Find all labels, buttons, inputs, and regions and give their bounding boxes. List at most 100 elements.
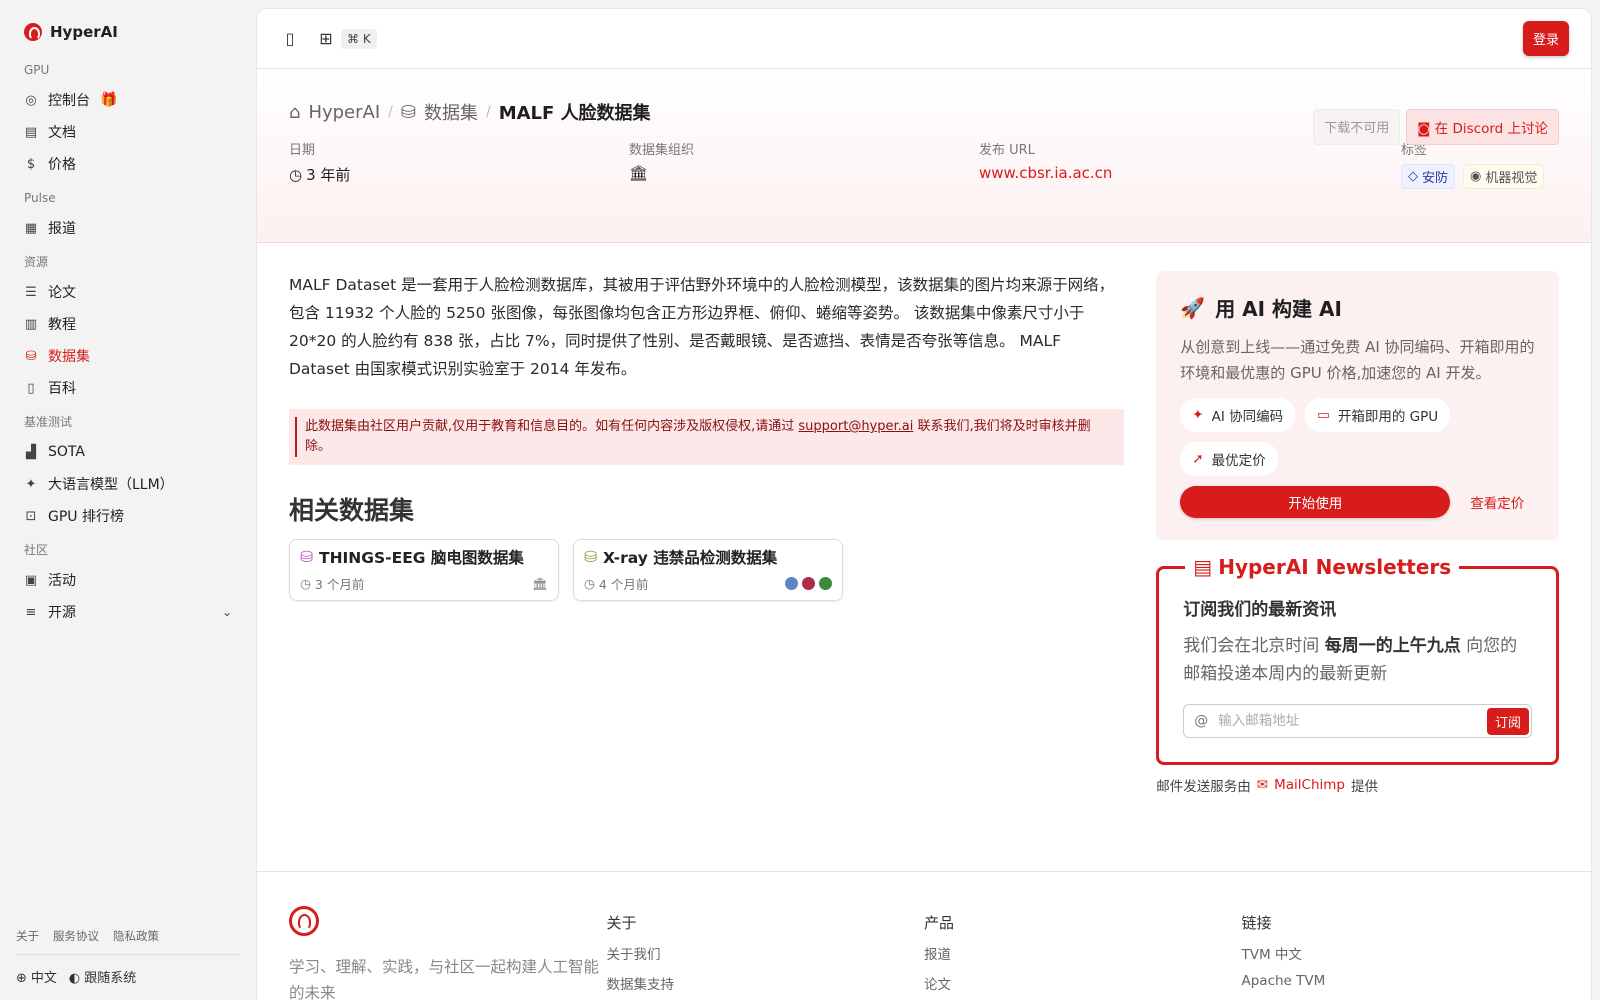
sidebar-item-datasets[interactable]: ⛁ 数据集 <box>16 340 240 372</box>
dataset-description: MALF Dataset 是一套用于人脸检测数据库，其被用于评估野外环境中的人脸… <box>289 276 1115 378</box>
sidebar-item-gpu-leaderboard[interactable]: ⊡ GPU 排行榜 <box>16 500 240 532</box>
sidebar-item-events[interactable]: ▣ 活动 <box>16 564 240 596</box>
promo-text: 从创意到上线——通过免费 AI 协同编码、开箱即用的环境和最优惠的 GPU 价格… <box>1180 338 1535 382</box>
support-email-link[interactable]: support@hyper.ai <box>798 419 913 434</box>
database-icon: ⛁ <box>584 548 597 566</box>
sidebar-item-tutorials[interactable]: ▥ 教程 <box>16 308 240 340</box>
sparkle-icon: ✦ <box>1192 407 1204 423</box>
brand[interactable]: HyperAI <box>24 16 232 48</box>
eye-icon: ◉ <box>1470 169 1482 184</box>
database-icon: ⛁ <box>300 548 313 566</box>
section-title-benchmarks: 基准测试 <box>24 415 73 429</box>
dataset-header: ⌂ HyperAI / ⛁ 数据集 / MALF 人脸数据集 下载不可用 ◙ 在… <box>257 69 1591 243</box>
sidebar-toggle-icon[interactable]: ▯ <box>279 28 301 50</box>
footer-tagline: 学习、理解、实践，与社区一起构建人工智能的未来 <box>289 958 600 1000</box>
header-actions: 下载不可用 ◙ 在 Discord 上讨论 <box>1313 109 1559 145</box>
footer-link[interactable]: TVM 中文 <box>1242 943 1560 963</box>
theme-icon: ◐ <box>68 971 81 986</box>
section-title-pulse: Pulse <box>24 191 56 205</box>
related-title: 相关数据集 <box>289 496 415 525</box>
newsletter-box: ▤ HyperAI Newsletters 订阅我们的最新资讯 我们会在北京时间 … <box>1156 555 1559 765</box>
related-datasets: ⛁ THINGS-EEG 脑电图数据集 ◷ 3 个月前 🏛 ⛁ X-ray 违禁品检测数… <box>289 539 1124 601</box>
section-title-resources: 资源 <box>24 255 49 269</box>
download-button[interactable]: 下载不可用 <box>1313 109 1401 145</box>
section-title-community: 社区 <box>24 543 49 557</box>
theme-label: 跟随系统 <box>84 971 137 986</box>
sidebar-item-open-source[interactable]: ≡ 开源 ⌄ <box>16 596 240 628</box>
related-card-time: 4 个月前 <box>598 577 649 592</box>
meta-org-label: 数据集组织 <box>629 143 695 158</box>
footer-link-about[interactable]: 关于 <box>16 928 39 944</box>
sidebar-item-papers[interactable]: ☰ 论文 <box>16 276 240 308</box>
footer-link[interactable]: 数据集支持 <box>607 973 925 993</box>
related-card-title: X-ray 违禁品检测数据集 <box>603 549 778 567</box>
footer-link[interactable]: 论文 <box>924 973 1242 993</box>
dollar-icon: $ <box>26 156 36 172</box>
rocket-icon: ➚ <box>1192 451 1204 467</box>
meta-date: 日期 ◷ 3 年前 <box>289 139 629 189</box>
powered-pre: 邮件发送服务由 <box>1156 779 1251 795</box>
language-switcher[interactable]: ⊕ 中文 <box>16 967 57 986</box>
sidebar-item-label: 大语言模型（LLM） <box>48 477 174 493</box>
calendar-icon: ▣ <box>24 572 38 588</box>
meta-url-link[interactable]: www.cbsr.ia.ac.cn <box>979 164 1401 182</box>
tag-machine-vision[interactable]: ◉ 机器视觉 <box>1463 164 1545 189</box>
newsletter-text: 我们会在北京时间 每周一的上午九点 向您的邮箱投递本周内的最新更新 <box>1183 632 1532 688</box>
tag-label: 机器视觉 <box>1485 171 1538 186</box>
org-logo-icon <box>819 577 832 590</box>
footer-link-terms[interactable]: 服务协议 <box>53 928 99 944</box>
newsletter-text-pre: 我们会在北京时间 <box>1183 636 1325 656</box>
footer-link-privacy[interactable]: 隐私政策 <box>113 928 159 944</box>
right-column: 🚀 用 AI 构建 AI 从创意到上线——通过免费 AI 协同编码、开箱即用的环境… <box>1156 271 1559 795</box>
clock-icon: ◷ <box>584 576 595 591</box>
newsletter-title: HyperAI Newsletters <box>1218 555 1452 579</box>
list-icon: ≡ <box>25 604 37 620</box>
tag-security[interactable]: ◇ 安防 <box>1401 164 1456 189</box>
footer-link[interactable]: Apache TVM <box>1242 973 1560 989</box>
sidebar-item-wiki[interactable]: ▯ 百科 <box>16 372 240 404</box>
command-menu-icon[interactable]: ⊞ <box>315 28 337 50</box>
sidebar-item-label: GPU 排行榜 <box>48 509 124 525</box>
view-pricing-link[interactable]: 查看定价 <box>1470 492 1524 512</box>
tag-icon: ◇ <box>1408 169 1418 184</box>
institution-icon[interactable]: 🏛 <box>629 164 648 182</box>
email-field: @ 订阅 <box>1183 704 1532 738</box>
sidebar-item-sota[interactable]: ▟ SOTA <box>16 436 240 468</box>
newspaper-icon: ▤ <box>1193 555 1213 579</box>
newsletter-heading: 订阅我们的最新资讯 <box>1183 600 1337 620</box>
chevron-down-icon[interactable]: ⌄ <box>222 605 232 619</box>
feature-chip-label: 最优定价 <box>1211 453 1266 469</box>
page-title: MALF 人脸数据集 <box>498 103 651 124</box>
get-started-button[interactable]: 开始使用 <box>1180 486 1451 518</box>
feature-chip: ▭ 开箱即用的 GPU <box>1305 398 1451 432</box>
email-input[interactable] <box>1218 713 1487 729</box>
clock-icon: ◷ <box>300 576 311 591</box>
sidebar-item-docs[interactable]: ▤ 文档 <box>16 116 240 148</box>
sidebar-item-label: 价格 <box>48 157 76 173</box>
feature-chip-label: 开箱即用的 GPU <box>1337 409 1439 425</box>
related-card-title: THINGS-EEG 脑电图数据集 <box>319 549 524 567</box>
mailchimp-link[interactable]: MailChimp <box>1274 777 1345 793</box>
footer-link[interactable]: 关于我们 <box>607 943 925 963</box>
subscribe-button[interactable]: 订阅 <box>1486 707 1529 735</box>
login-button[interactable]: 登录 <box>1522 21 1569 56</box>
footer-link[interactable]: 报道 <box>924 943 1242 963</box>
sidebar-item-label: 报道 <box>48 221 76 237</box>
promo-features: ✦ AI 协同编码 ▭ 开箱即用的 GPU ➚ 最优定价 <box>1180 398 1535 476</box>
related-card[interactable]: ⛁ X-ray 违禁品检测数据集 ◷ 4 个月前 <box>573 539 843 601</box>
at-icon: @ <box>1194 713 1209 729</box>
paper-icon: ☰ <box>25 284 37 300</box>
breadcrumb-datasets[interactable]: 数据集 <box>424 99 478 125</box>
tag-label: 安防 <box>1422 171 1449 186</box>
sidebar-item-label: SOTA <box>48 444 85 460</box>
discord-button[interactable]: ◙ 在 Discord 上讨论 <box>1406 109 1559 145</box>
database-icon: ⛁ <box>400 101 416 123</box>
feature-chip: ✦ AI 协同编码 <box>1180 398 1296 432</box>
related-card[interactable]: ⛁ THINGS-EEG 脑电图数据集 ◷ 3 个月前 🏛 <box>289 539 559 601</box>
sidebar-item-llm[interactable]: ✦ 大语言模型（LLM） <box>16 468 240 500</box>
breadcrumb-home[interactable]: HyperAI <box>308 102 380 123</box>
sidebar-item-pricing[interactable]: $ 价格 <box>16 148 240 180</box>
sidebar-item-news[interactable]: ▦ 报道 <box>16 212 240 244</box>
theme-switcher[interactable]: ◐ 跟随系统 <box>69 967 136 986</box>
sidebar-item-console[interactable]: ◎ 控制台 🎁 <box>16 84 240 116</box>
